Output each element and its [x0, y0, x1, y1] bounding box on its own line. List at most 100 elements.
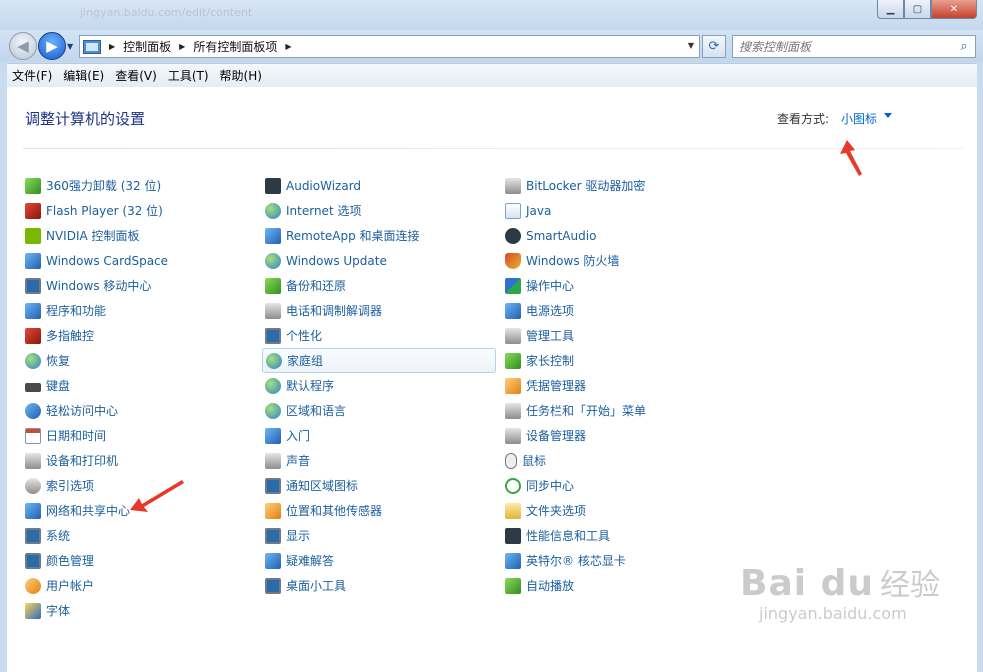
item-label: SmartAudio	[526, 228, 597, 243]
item-date-time[interactable]: 日期和时间	[22, 423, 256, 448]
item-location-sensors[interactable]: 位置和其他传感器	[262, 498, 496, 523]
item-mobility-center[interactable]: Windows 移动中心	[22, 273, 256, 298]
item-bitlocker[interactable]: BitLocker 驱动器加密	[502, 173, 736, 198]
maximize-button[interactable]: ▢	[904, 0, 931, 19]
item-sync-center[interactable]: 同步中心	[502, 473, 736, 498]
item-device-manager[interactable]: 设备管理器	[502, 423, 736, 448]
item-taskbar-start-menu[interactable]: 任务栏和「开始」菜单	[502, 398, 736, 423]
item-keyboard[interactable]: 键盘	[22, 373, 256, 398]
item-label: 设备和打印机	[46, 454, 119, 468]
forward-button[interactable]: ▶	[38, 32, 66, 60]
item-system[interactable]: 系统	[22, 523, 256, 548]
item-folder-options[interactable]: 文件夹选项	[502, 498, 736, 523]
item-region-language[interactable]: 区域和语言	[262, 398, 496, 423]
menu-file[interactable]: 文件(F)	[7, 67, 57, 84]
item-nvidia[interactable]: NVIDIA 控制面板	[22, 223, 256, 248]
bitlocker-icon	[505, 177, 521, 194]
item-backup-restore[interactable]: 备份和还原	[262, 273, 496, 298]
item-remoteapp[interactable]: RemoteApp 和桌面连接	[262, 223, 496, 248]
item-gadgets[interactable]: 桌面小工具	[262, 573, 496, 598]
item-internet-options[interactable]: Internet 选项	[262, 198, 496, 223]
menu-help[interactable]: 帮助(H)	[215, 67, 267, 84]
item-label: Flash Player (32 位)	[46, 204, 163, 218]
item-performance[interactable]: 性能信息和工具	[502, 523, 736, 548]
breadcrumb-control-panel[interactable]: 控制面板	[123, 38, 171, 55]
item-notification-icons[interactable]: 通知区域图标	[262, 473, 496, 498]
item-color-management[interactable]: 颜色管理	[22, 548, 256, 573]
item-credential-manager[interactable]: 凭据管理器	[502, 373, 736, 398]
item-java[interactable]: Java	[502, 198, 736, 223]
back-button[interactable]: ◀	[9, 32, 37, 60]
item-personalization[interactable]: 个性化	[262, 323, 496, 348]
search-icon[interactable]: ⌕	[953, 39, 975, 54]
item-user-accounts[interactable]: 用户帐户	[22, 573, 256, 598]
view-by-dropdown[interactable]: 小图标	[841, 110, 877, 127]
item-power-options[interactable]: 电源选项	[502, 298, 736, 323]
item-smartaudio[interactable]: SmartAudio	[502, 223, 736, 248]
item-label: 索引选项	[46, 479, 95, 493]
item-ease-of-access[interactable]: 轻松访问中心	[22, 398, 256, 423]
item-recovery[interactable]: 恢复	[22, 348, 256, 373]
programs-icon	[25, 302, 41, 319]
item-label: Internet 选项	[286, 204, 362, 218]
breadcrumb-chevron-icon[interactable]: ▶	[109, 42, 115, 51]
watermark-cn: 经验	[880, 568, 941, 603]
recent-pages-dropdown-icon[interactable]: ▼	[67, 42, 73, 51]
remoteapp-icon	[265, 227, 281, 244]
item-label: 操作中心	[526, 279, 575, 293]
item-phone-modem[interactable]: 电话和调制解调器	[262, 298, 496, 323]
item-devices-printers[interactable]: 设备和打印机	[22, 448, 256, 473]
item-mouse[interactable]: 鼠标	[502, 448, 736, 473]
menu-view[interactable]: 查看(V)	[110, 67, 162, 84]
device-manager-icon	[505, 427, 521, 444]
sound-icon	[265, 452, 281, 469]
item-label: Windows 防火墙	[526, 254, 620, 268]
breadcrumb-chevron-icon[interactable]: ▶	[179, 42, 185, 51]
control-panel-icon	[83, 39, 101, 54]
address-dropdown-icon[interactable]: ▼	[688, 41, 694, 50]
item-firewall[interactable]: Windows 防火墙	[502, 248, 736, 273]
gadgets-icon	[265, 577, 281, 594]
item-360-uninstall[interactable]: 360强力卸载 (32 位)	[22, 173, 256, 198]
item-touch[interactable]: 多指触控	[22, 323, 256, 348]
menu-edit[interactable]: 编辑(E)	[58, 67, 109, 84]
item-label: 区域和语言	[286, 404, 347, 418]
item-action-center[interactable]: 操作中心	[502, 273, 736, 298]
item-parental-controls[interactable]: 家长控制	[502, 348, 736, 373]
item-label: 字体	[46, 604, 71, 618]
breadcrumb-chevron-icon[interactable]: ▶	[285, 42, 291, 51]
item-fonts[interactable]: 字体	[22, 598, 256, 623]
item-programs[interactable]: 程序和功能	[22, 298, 256, 323]
minimize-button[interactable]: ▁	[877, 0, 904, 19]
item-cardspace[interactable]: Windows CardSpace	[22, 248, 256, 273]
item-label: 入门	[286, 429, 311, 443]
item-autoplay[interactable]: 自动播放	[502, 573, 736, 598]
search-input[interactable]	[733, 39, 953, 54]
address-bar[interactable]: ▶ 控制面板 ▶ 所有控制面板项 ▶ ▼	[79, 35, 700, 58]
item-troubleshooting[interactable]: 疑难解答	[262, 548, 496, 573]
minimize-icon: ▁	[886, 3, 895, 15]
item-homegroup[interactable]: 家庭组	[262, 348, 496, 373]
item-flash-player[interactable]: Flash Player (32 位)	[22, 198, 256, 223]
performance-icon	[505, 527, 521, 544]
maximize-icon: ▢	[912, 3, 923, 15]
item-windows-update[interactable]: Windows Update	[262, 248, 496, 273]
view-by-caret-icon[interactable]	[884, 113, 892, 118]
item-display[interactable]: 显示	[262, 523, 496, 548]
item-admin-tools[interactable]: 管理工具	[502, 323, 736, 348]
menu-tools[interactable]: 工具(T)	[163, 67, 214, 84]
item-label: 轻松访问中心	[46, 404, 119, 418]
item-default-programs[interactable]: 默认程序	[262, 373, 496, 398]
close-button[interactable]: ✕	[931, 0, 977, 19]
item-audiowizard[interactable]: AudioWizard	[262, 173, 496, 198]
item-label: Java	[526, 203, 552, 218]
action-center-flag-icon	[505, 277, 521, 294]
refresh-button[interactable]: ⟳	[702, 35, 726, 58]
calendar-icon	[25, 427, 41, 444]
search-box[interactable]: ⌕	[732, 35, 976, 58]
breadcrumb-all-items[interactable]: 所有控制面板项	[193, 38, 277, 55]
item-sound[interactable]: 声音	[262, 448, 496, 473]
item-getting-started[interactable]: 入门	[262, 423, 496, 448]
item-intel-graphics[interactable]: 英特尔® 核芯显卡	[502, 548, 736, 573]
homegroup-icon	[266, 352, 282, 369]
